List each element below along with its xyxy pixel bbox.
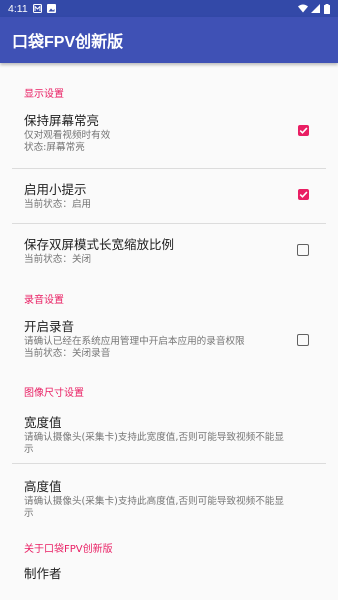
keep-screen-checkbox[interactable] xyxy=(298,125,309,136)
pref-height[interactable]: 高度值 请确认摄像头(采集卡)支持此高度值,否则可能导致视频不能显 示 xyxy=(0,464,338,528)
pref-title: 开启录音 xyxy=(24,319,75,334)
status-time: 4:11 xyxy=(8,2,28,15)
pref-recording[interactable]: 开启录音 请确认已经在系统应用管理中开启本应用的录音权限 当前状态：关闭录音 xyxy=(0,319,338,368)
pref-title: 启用小提示 xyxy=(24,182,87,197)
pref-summary: 当前状态：启用 xyxy=(24,199,92,210)
pref-title: 保持屏幕常亮 xyxy=(24,113,100,128)
app-bar: 口袋FPV创新版 xyxy=(0,17,338,63)
pref-summary: 仅对观看视频时有效 xyxy=(24,130,111,141)
pref-title: 保存双屏模式长宽缩放比例 xyxy=(24,237,175,252)
pref-summary: 状态:屏幕常亮 xyxy=(24,142,85,153)
app-title: 口袋FPV创新版 xyxy=(12,34,124,51)
recording-checkbox[interactable] xyxy=(297,334,309,346)
status-bar: 4:11 xyxy=(0,0,338,17)
pref-width[interactable]: 宽度值 请确认摄像头(采集卡)支持此宽度值,否则可能导致视频不能显 示 xyxy=(0,411,338,463)
battery-icon xyxy=(324,4,330,14)
wifi-icon xyxy=(298,4,308,13)
pref-tips[interactable]: 启用小提示 当前状态：启用 xyxy=(0,169,338,223)
pref-summary: 当前状态：关闭录音 xyxy=(24,348,111,359)
tips-checkbox[interactable] xyxy=(298,189,309,200)
pref-author[interactable]: 制作者 xyxy=(0,566,338,596)
pref-dual-screen-ratio[interactable]: 保存双屏模式长宽缩放比例 当前状态：关闭 xyxy=(0,224,338,282)
notification-image-icon xyxy=(46,4,56,13)
pref-summary: 示 xyxy=(24,444,34,455)
signal-icon xyxy=(311,4,320,13)
pref-summary: 示 xyxy=(24,508,34,519)
category-display: 显示设置 xyxy=(24,89,64,100)
pref-summary: 请确认已经在系统应用管理中开启本应用的录音权限 xyxy=(24,336,245,347)
pref-title: 制作者 xyxy=(24,566,62,581)
notification-m-icon xyxy=(32,4,42,13)
pref-summary: 请确认摄像头(采集卡)支持此高度值,否则可能导致视频不能显 xyxy=(24,496,284,507)
pref-summary: 当前状态：关闭 xyxy=(24,254,92,265)
pref-title: 宽度值 xyxy=(24,415,62,430)
dual-ratio-checkbox[interactable] xyxy=(297,244,309,256)
category-image-size: 图像尺寸设置 xyxy=(24,388,84,399)
pref-summary: 请确认摄像头(采集卡)支持此宽度值,否则可能导致视频不能显 xyxy=(24,432,284,443)
pref-keep-screen-on[interactable]: 保持屏幕常亮 仅对观看视频时有效 状态:屏幕常亮 xyxy=(0,113,338,168)
category-about: 关于口袋FPV创新版 xyxy=(24,544,113,555)
pref-title: 高度值 xyxy=(24,479,62,494)
settings-list: 显示设置 保持屏幕常亮 仅对观看视频时有效 状态:屏幕常亮 启用小提示 当前状态… xyxy=(0,85,338,596)
category-audio: 录音设置 xyxy=(24,295,64,306)
